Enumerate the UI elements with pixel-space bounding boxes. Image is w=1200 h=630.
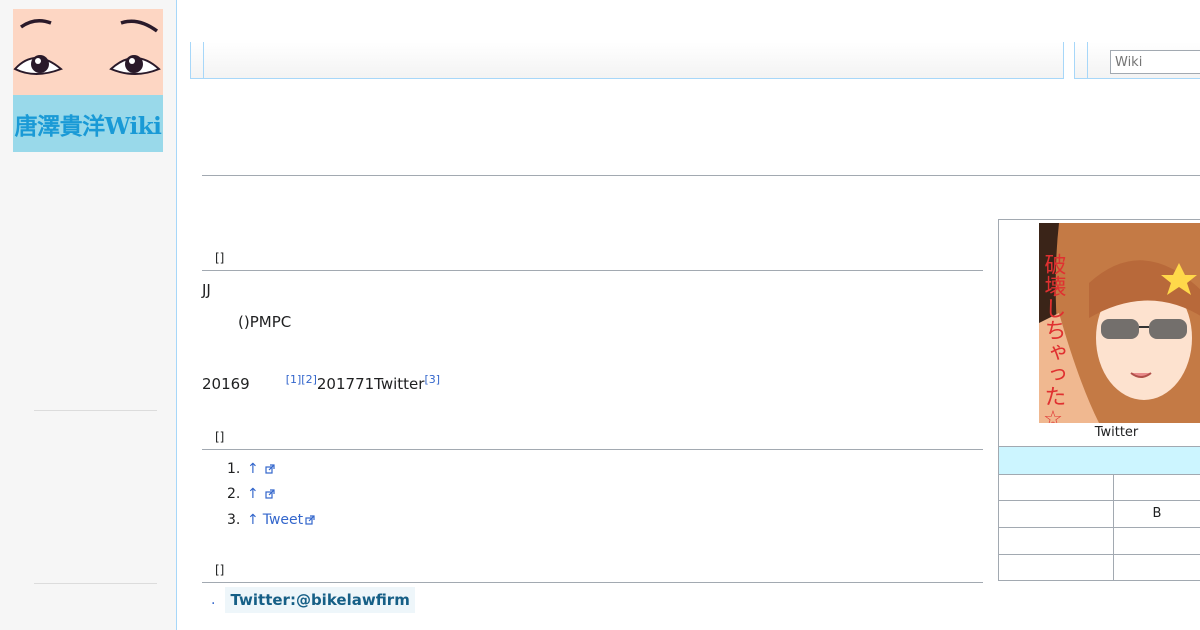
section-heading: []	[202, 562, 983, 583]
infobox-row	[999, 528, 1200, 555]
image-text: 破壊しちゃった☆	[1041, 253, 1067, 423]
search-input[interactable]	[1110, 50, 1200, 74]
external-link-icon	[265, 489, 275, 499]
twitter-link[interactable]: Twitter:@bikelawfirm	[225, 587, 415, 613]
body-text: ()PMPC	[238, 313, 292, 331]
external-link-icon	[265, 464, 275, 474]
sidebar-separator	[34, 583, 157, 584]
backlink-arrow[interactable]: ↑	[247, 461, 259, 477]
external-link-item: . Twitter:@bikelawfirm	[211, 587, 415, 613]
body-text: 201771Twitter	[316, 375, 425, 393]
site-logo[interactable]: 唐澤貴洋Wiki	[13, 9, 163, 152]
references-list: 1. ↑ 2. ↑ 3. ↑ Tweet	[227, 456, 315, 533]
backlink-arrow[interactable]: ↑	[247, 512, 259, 528]
page-tabs	[190, 42, 1064, 79]
reference-item: 3. ↑ Tweet	[227, 507, 315, 533]
section-edit-link[interactable]: []	[215, 430, 224, 444]
content-area: [] JJ ()PMPC 20169 [1][2]201771Twitter[3]…	[176, 0, 1200, 630]
reference-item: 2. ↑	[227, 482, 315, 508]
title-rule	[202, 175, 1200, 176]
section-edit-link[interactable]: []	[215, 251, 224, 265]
infobox-header-band	[999, 446, 1200, 475]
reference-item: 1. ↑	[227, 456, 315, 482]
citation-link[interactable]: [1][2]	[286, 373, 317, 386]
list-bullet: .	[211, 592, 216, 608]
infobox-row	[999, 474, 1200, 501]
section-heading: []	[202, 429, 983, 450]
logo-face	[13, 9, 163, 95]
infobox-row	[999, 555, 1200, 581]
logo-band: 唐澤貴洋Wiki	[13, 95, 163, 152]
section-edit-link[interactable]: []	[215, 563, 224, 577]
reference-link[interactable]: Tweet	[263, 512, 303, 528]
infobox: 破壊しちゃった☆ Twitter B	[998, 219, 1200, 581]
external-link-icon	[305, 515, 315, 525]
eyes-icon	[13, 19, 161, 75]
citation-link[interactable]: [3]	[424, 373, 440, 386]
infobox-row: B	[999, 501, 1200, 528]
backlink-arrow[interactable]: ↑	[247, 486, 259, 502]
profile-image: 破壊しちゃった☆	[1039, 223, 1200, 423]
body-text: JJ	[202, 281, 211, 299]
image-caption: Twitter	[1094, 425, 1139, 440]
section-heading: []	[202, 250, 983, 271]
body-text: 20169	[202, 375, 250, 393]
sidebar-separator	[34, 410, 157, 411]
logo-text: 唐澤貴洋Wiki	[14, 112, 162, 140]
body-paragraph: 20169 [1][2]201771Twitter[3]	[202, 373, 440, 393]
